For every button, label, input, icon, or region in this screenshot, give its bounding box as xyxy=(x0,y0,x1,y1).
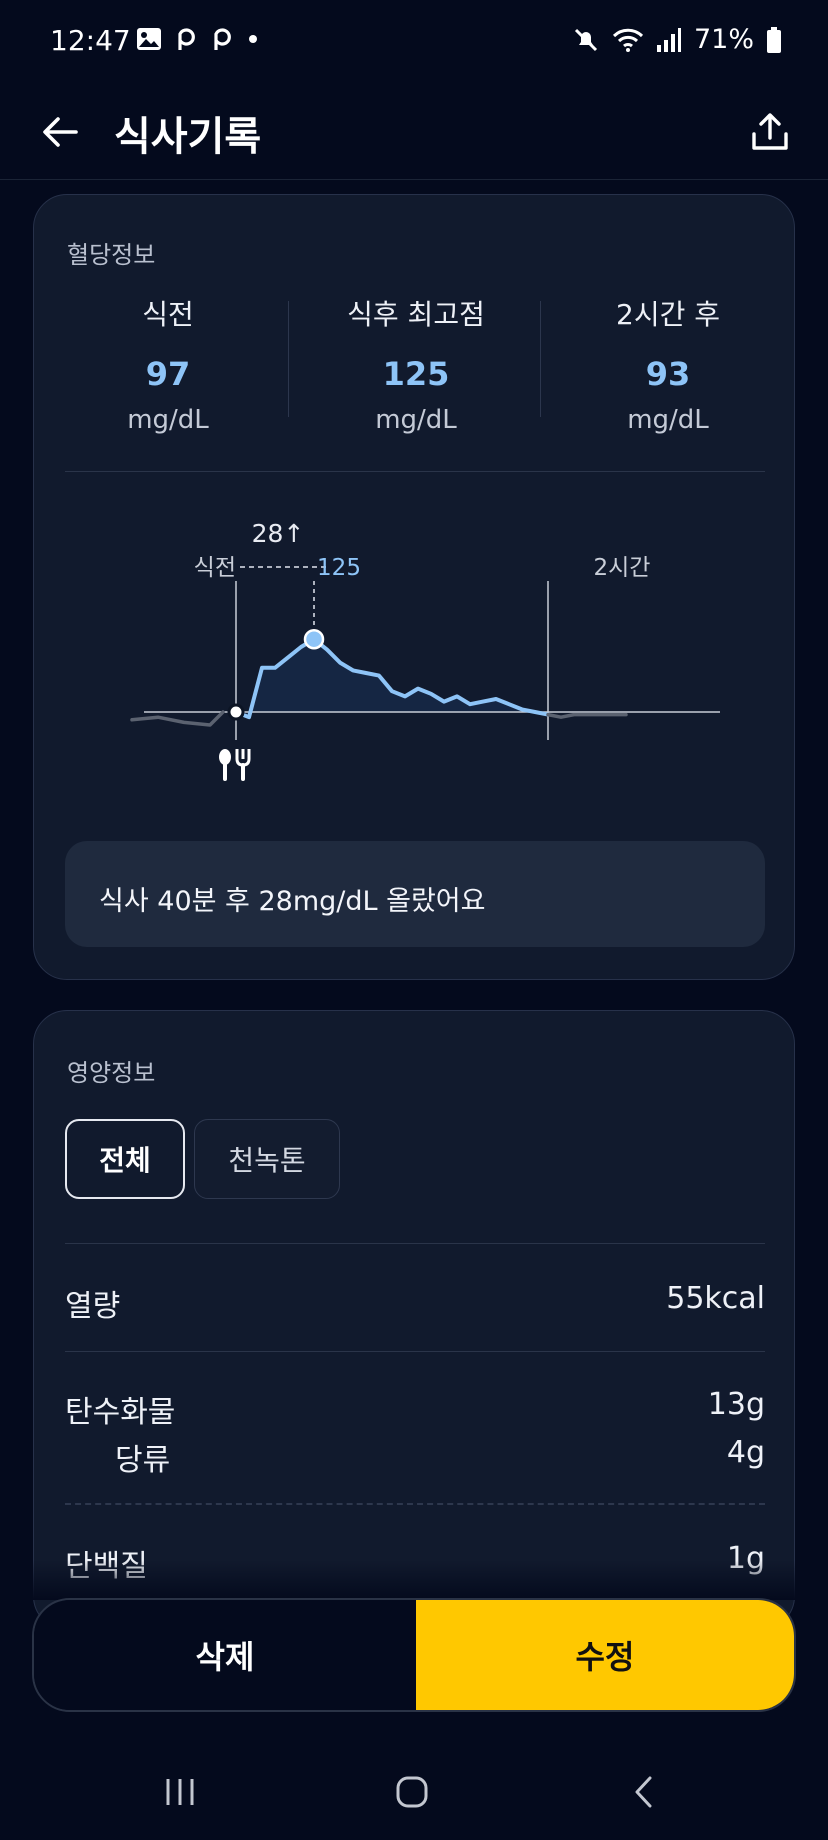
stat-unit: mg/dL xyxy=(127,405,209,435)
stat-value: 97 xyxy=(145,355,191,393)
chart-marker-before-meal xyxy=(227,703,245,721)
p-notification-icon xyxy=(214,28,231,50)
app-bar: 식사기록 xyxy=(0,84,828,180)
nutrition-value: 13g xyxy=(707,1387,765,1422)
stat-two-hours: 2시간 후 93 mg/dL xyxy=(542,293,794,435)
wifi-icon xyxy=(612,28,644,52)
stat-divider xyxy=(288,301,289,417)
chart-label-rise: 28↑ xyxy=(252,519,305,548)
recent-apps-icon xyxy=(166,1779,194,1805)
nutrition-card: 영양정보 전체 천녹톤 열량 55kcal 탄수화물 13g 당류 4g 단백질… xyxy=(33,1010,795,1630)
share-icon xyxy=(752,113,788,150)
nutrition-row-carbs: 탄수화물 13g xyxy=(65,1387,765,1431)
stat-label: 식전 xyxy=(142,298,194,331)
chart-label-two-hours: 2시간 xyxy=(594,555,651,581)
page-title: 식사기록 xyxy=(114,114,262,160)
back-button[interactable] xyxy=(34,106,86,158)
home-button[interactable] xyxy=(382,1770,442,1814)
share-button[interactable] xyxy=(742,104,798,160)
tab-all[interactable]: 전체 xyxy=(65,1119,185,1199)
back-nav-button[interactable] xyxy=(614,1770,674,1814)
chart-area xyxy=(236,639,548,718)
edit-button[interactable]: 수정 xyxy=(416,1600,794,1710)
nutrition-label: 탄수화물 xyxy=(65,1395,176,1430)
battery-icon xyxy=(767,26,781,53)
status-right-icons: 71% xyxy=(572,24,782,55)
mute-icon xyxy=(574,28,598,51)
stat-unit: mg/dL xyxy=(375,405,457,435)
nutrition-value: 4g xyxy=(726,1435,765,1470)
section-divider xyxy=(65,1243,765,1244)
status-left-icons xyxy=(136,26,258,52)
system-nav-bar xyxy=(0,1740,828,1840)
status-bar: 12:47 71% xyxy=(0,0,828,84)
stat-unit: mg/dL xyxy=(627,405,709,435)
delete-button[interactable]: 삭제 xyxy=(34,1600,416,1710)
gallery-icon xyxy=(137,28,161,50)
chart-series-line-2 xyxy=(546,712,628,719)
dashed-divider xyxy=(65,1503,765,1505)
nutrition-label: 열량 xyxy=(65,1289,121,1324)
arrow-left-icon xyxy=(43,117,78,147)
action-bar: 삭제 수정 xyxy=(32,1598,796,1712)
recent-apps-button[interactable] xyxy=(150,1770,210,1814)
section-divider xyxy=(65,471,765,472)
status-time: 12:47 xyxy=(50,24,131,57)
chart-label-peak: 125 xyxy=(317,555,361,581)
stat-peak: 식후 최고점 125 mg/dL xyxy=(290,293,542,435)
stat-label: 2시간 후 xyxy=(616,298,720,331)
signal-icon xyxy=(656,27,681,52)
stat-divider xyxy=(540,301,541,417)
nutrition-row-calories: 열량 55kcal xyxy=(65,1281,765,1325)
nutrition-value: 55kcal xyxy=(666,1281,765,1316)
dot-icon xyxy=(249,35,257,43)
stat-value: 93 xyxy=(645,355,691,393)
battery-percent: 71% xyxy=(693,24,754,55)
chart-label-before-meal: 식전 xyxy=(194,555,236,581)
glucose-section-title: 혈당정보 xyxy=(67,241,156,269)
back-nav-icon xyxy=(635,1776,652,1808)
stat-value: 125 xyxy=(382,355,450,393)
p-notification-icon xyxy=(178,28,195,50)
stat-label: 식후 최고점 xyxy=(347,298,485,331)
nutrition-row-sugar: 당류 4g xyxy=(115,1435,765,1479)
stat-before-meal: 식전 97 mg/dL xyxy=(42,293,294,435)
insight-box: 식사 40분 후 28mg/dL 올랐어요 xyxy=(65,841,765,947)
insight-text: 식사 40분 후 28mg/dL 올랐어요 xyxy=(99,886,486,917)
scroll-fade xyxy=(0,1560,828,1600)
chart-series-line-0 xyxy=(130,710,225,727)
glucose-chart: 식전 28↑ 125 2시간 xyxy=(130,519,720,781)
glucose-card: 혈당정보 식전 97 mg/dL 식후 최고점 125 mg/dL 2시간 후 … xyxy=(33,194,795,980)
tab-food-item[interactable]: 천녹톤 xyxy=(194,1119,340,1199)
section-divider xyxy=(65,1351,765,1352)
nutrition-label: 당류 xyxy=(115,1443,171,1478)
meal-icon xyxy=(219,749,251,781)
home-icon xyxy=(396,1776,428,1808)
chart-marker-peak xyxy=(303,628,325,650)
nutrition-section-title: 영양정보 xyxy=(67,1059,156,1087)
